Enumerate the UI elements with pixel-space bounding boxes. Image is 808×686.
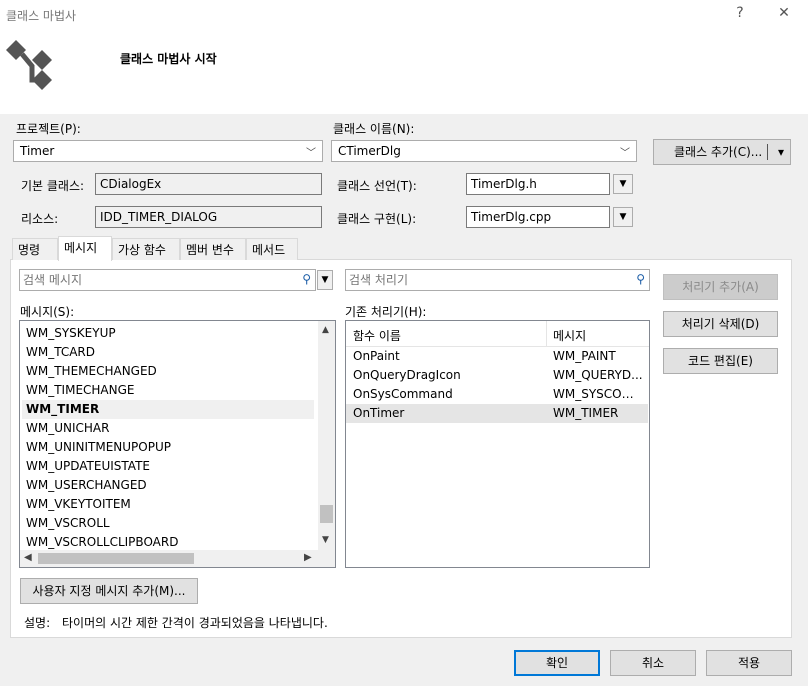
handlers-label: 기존 처리기(H): [345,305,427,319]
base-class-label: 기본 클래스: [21,179,85,193]
add-class-label: 클래스 추가(C)... [674,145,763,159]
column-header-message[interactable]: 메시지 [553,327,586,344]
add-custom-message-button[interactable]: 사용자 지정 메시지 추가(M)... [20,578,198,604]
class-impl-label: 클래스 구현(L): [337,212,417,226]
scroll-thumb[interactable] [320,505,333,523]
project-label: 프로젝트(P): [16,122,81,136]
messages-list[interactable]: WM_SYSKEYUP WM_TCARD WM_THEMECHANGED WM_… [19,320,336,568]
class-impl-dropdown[interactable]: ▼ [613,207,633,227]
add-handler-button[interactable]: 처리기 추가(A) [663,274,778,300]
search-icon[interactable]: ⚲ [636,272,645,286]
scroll-down-icon[interactable]: ▼ [322,535,329,545]
search-handlers-input[interactable] [346,270,626,290]
delete-handler-button[interactable]: 처리기 삭제(D) [663,311,778,337]
scroll-thumb[interactable] [38,553,194,564]
cancel-button[interactable]: 취소 [610,650,696,676]
table-row-selected[interactable]: OnTimer WM_TIMER [346,404,648,423]
class-name-label: 클래스 이름(N): [333,122,415,136]
list-item[interactable]: WM_VSCROLL [26,514,110,533]
tab-member-variables[interactable]: 멤버 변수 [180,238,246,260]
list-item[interactable]: WM_THEMECHANGED [26,362,157,381]
project-combo[interactable]: Timer ﹀ [13,140,323,162]
resource-label: 리소스: [21,212,59,226]
search-messages-dropdown[interactable]: ▼ [317,270,333,290]
table-row[interactable]: OnSysCommand WM_SYSCOM... [346,385,648,404]
list-item[interactable]: WM_UNICHAR [26,419,109,438]
tab-commands[interactable]: 명령 [12,238,58,260]
ok-button[interactable]: 확인 [514,650,600,676]
window-title: 클래스 마법사 [6,9,77,23]
column-header-function[interactable]: 함수 이름 [353,327,401,344]
description-label: 설명: [24,616,51,630]
class-name-value: CTimerDlg [338,144,401,158]
search-messages-box[interactable]: ⚲ [19,269,316,291]
split-divider [767,144,768,160]
search-handlers-box[interactable]: ⚲ [345,269,650,291]
scroll-corner [318,550,335,567]
handler-msg: WM_QUERYD... [553,368,643,382]
wizard-banner [0,30,808,114]
search-icon[interactable]: ⚲ [302,272,311,286]
description-text: 타이머의 시간 제한 간격이 경과되었음을 나타냅니다. [62,616,328,630]
tab-messages[interactable]: 메시지 [58,236,112,261]
list-item[interactable]: WM_USERCHANGED [26,476,147,495]
list-item[interactable]: WM_SYSKEYUP [26,324,116,343]
triangle-down-icon: ▼ [321,275,329,285]
scroll-right-icon[interactable]: ▶ [304,552,312,563]
close-button[interactable]: ✕ [772,5,796,25]
horizontal-scrollbar[interactable]: ◀ ▶ [20,550,319,567]
handler-func: OnQueryDragIcon [353,368,461,382]
class-decl-dropdown[interactable]: ▼ [613,174,633,194]
scroll-up-icon[interactable]: ▲ [322,325,329,335]
vertical-scrollbar[interactable]: ▲ ▼ [318,321,335,550]
column-divider[interactable] [546,321,547,347]
class-decl-label: 클래스 선언(T): [337,179,417,193]
list-item[interactable]: WM_UPDATEUISTATE [26,457,150,476]
banner-title: 클래스 마법사 시작 [120,52,217,66]
handlers-header: 함수 이름 메시지 [346,321,649,347]
resource-field: IDD_TIMER_DIALOG [95,206,322,228]
scroll-left-icon[interactable]: ◀ [24,552,32,563]
add-class-button[interactable]: 클래스 추가(C)... ▾ [653,139,791,165]
handler-func: OnTimer [353,406,405,420]
table-row[interactable]: OnPaint WM_PAINT [346,347,648,366]
edit-code-button[interactable]: 코드 편집(E) [663,348,778,374]
apply-button[interactable]: 적용 [706,650,792,676]
handler-msg: WM_TIMER [553,406,619,420]
handler-msg: WM_SYSCOM... [553,387,643,401]
class-impl-field[interactable]: TimerDlg.cpp [466,206,610,228]
class-name-combo[interactable]: CTimerDlg ﹀ [331,140,637,162]
tab-virtual-functions[interactable]: 가상 함수 [112,238,180,260]
handlers-list[interactable]: 함수 이름 메시지 OnPaint WM_PAINT OnQueryDragIco… [345,320,650,568]
class-decl-field[interactable]: TimerDlg.h [466,173,610,195]
title-bar [0,0,808,30]
table-row[interactable]: OnQueryDragIcon WM_QUERYD... [346,366,648,385]
messages-label: 메시지(S): [20,305,75,319]
tab-methods[interactable]: 메서드 [246,238,298,260]
triangle-down-icon: ▼ [619,212,627,222]
chevron-down-icon: ﹀ [306,148,316,159]
triangle-down-icon: ▼ [619,179,627,189]
list-item[interactable]: WM_TIMECHANGE [26,381,135,400]
search-messages-input[interactable] [20,270,290,290]
list-item[interactable]: WM_VKEYTOITEM [26,495,131,514]
handler-func: OnSysCommand [353,387,453,401]
handler-msg: WM_PAINT [553,349,616,363]
dropdown-arrow-icon[interactable]: ▾ [778,140,784,164]
help-button[interactable]: ? [728,5,752,25]
project-value: Timer [20,144,55,158]
handler-func: OnPaint [353,349,400,363]
list-item-selected[interactable]: WM_TIMER [22,400,314,419]
chevron-down-icon: ﹀ [620,148,630,159]
class-wizard-logo-icon [6,40,52,90]
base-class-field: CDialogEx [95,173,322,195]
list-item[interactable]: WM_UNINITMENUPOPUP [26,438,171,457]
list-item[interactable]: WM_TCARD [26,343,95,362]
